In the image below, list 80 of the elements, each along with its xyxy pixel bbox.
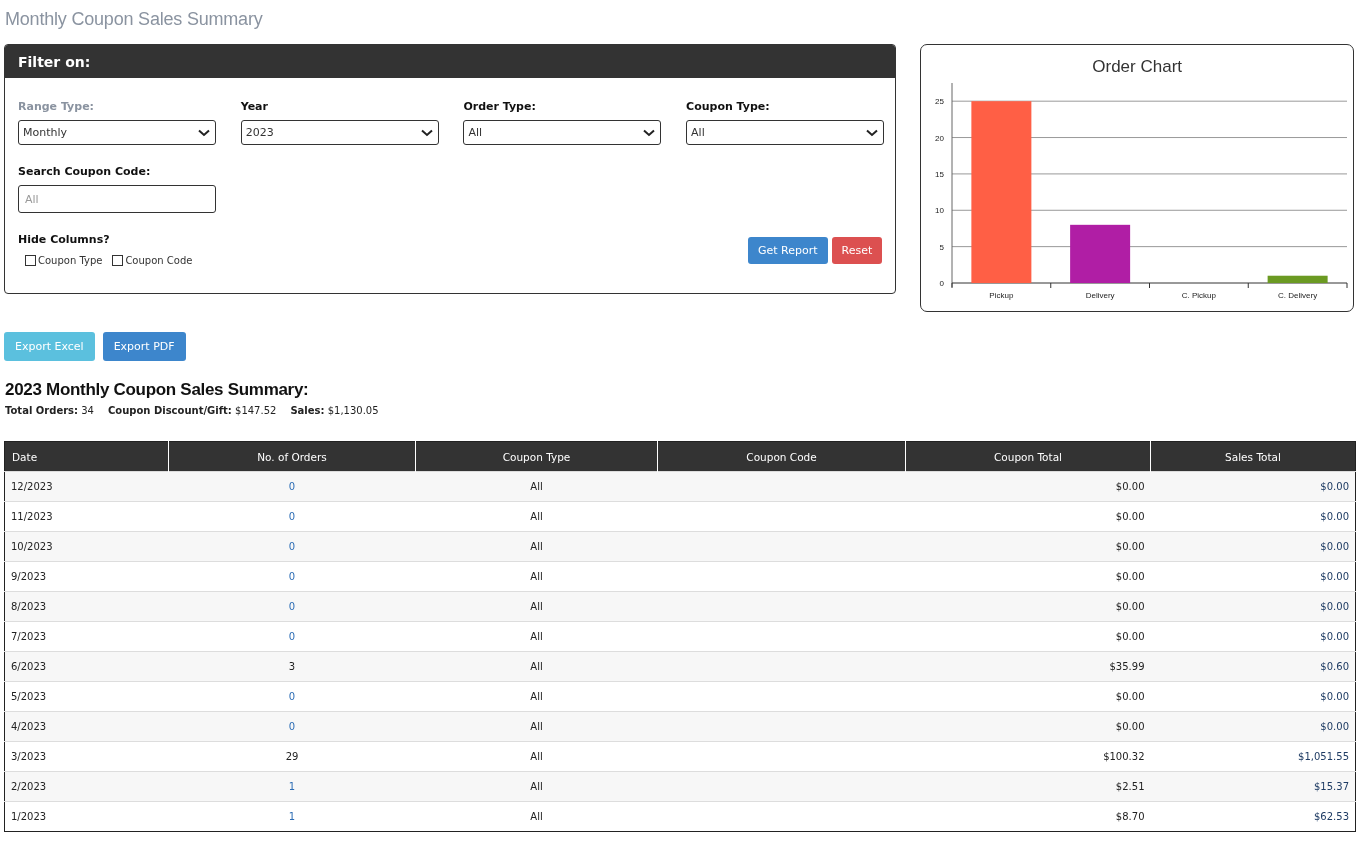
dropdown[interactable]: Monthly [18,120,216,145]
order-count-link[interactable]: 1 [168,801,416,832]
bar [1267,275,1328,283]
column-header: Date [4,441,169,472]
page-title: Monthly Coupon Sales Summary [5,9,263,30]
table-cell: 12/2023 [4,471,169,502]
checkbox[interactable]: Coupon Code [112,255,193,266]
column-header: Coupon Code [657,441,906,472]
order-count-link[interactable]: 0 [168,471,416,502]
field-label: Coupon Type: [686,100,771,113]
table-cell: $0.00 [905,711,1151,742]
export-button[interactable]: Export PDF [102,332,186,361]
report-heading: 2023 Monthly Coupon Sales Summary: [5,380,309,400]
table-cell: 2/2023 [4,771,169,802]
table-cell: All [415,471,658,502]
table-cell: $35.99 [905,651,1151,682]
table-cell: $8.70 [905,801,1151,832]
chevron-down-icon [198,128,210,137]
table-cell: $0.00 [905,591,1151,622]
axis-category-label: Delivery [1086,291,1115,300]
table-cell: $0.00 [1150,711,1356,742]
axis-category-label: C. Pickup [1182,291,1217,300]
table-cell: $62.53 [1150,801,1356,832]
dropdown[interactable]: 2023 [240,120,439,145]
panel-title: Filter on: [18,53,91,70]
summary-stat: Sales: $1,130.05 [290,405,379,416]
table-cell: 1/2023 [4,801,169,832]
table-cell: $0.00 [1150,591,1356,622]
table-cell: $0.00 [905,471,1151,502]
table-cell: All [415,711,658,742]
column-header: Sales Total [1150,441,1356,472]
column-header: Coupon Total [905,441,1151,472]
field-label: Search Coupon Code: [18,165,152,178]
chevron-down-icon [420,128,433,137]
summary-stat: Total Orders: 34 [5,405,94,416]
axis-category-label: C. Delivery [1278,291,1318,300]
field-label: Order Type: [463,100,537,113]
table-cell: $0.60 [1150,651,1356,682]
field-label: Hide Columns? [18,233,111,246]
action-button[interactable]: Get Report [748,237,828,264]
table-cell: $2.51 [905,771,1151,802]
chevron-down-icon [866,128,879,137]
checkbox[interactable]: Coupon Type [25,255,103,266]
table-cell: $0.00 [1150,471,1356,502]
table-cell: 3 [168,651,416,682]
table-cell: All [415,531,658,562]
axis-category-label: Pickup [989,291,1014,300]
axis-tick-label: 10 [935,206,945,216]
table-cell: All [415,591,658,622]
order-count-link[interactable]: 0 [168,591,416,622]
table-cell: $15.37 [1150,771,1356,802]
table-cell: All [415,651,658,682]
chart-title: Order Chart [1092,57,1183,76]
table-cell: All [415,801,658,832]
table-cell: 4/2023 [4,711,169,742]
order-count-link[interactable]: 1 [168,771,416,802]
axis-tick-label: 25 [935,97,945,107]
axis-tick-label: 20 [935,133,945,143]
dropdown[interactable]: All [463,120,662,145]
bar [1070,224,1131,283]
table-cell: $0.00 [1150,531,1356,562]
order-count-link[interactable]: 0 [168,531,416,562]
table-cell: 10/2023 [4,531,169,562]
axis-tick-label: 5 [939,242,945,252]
field-label: Range Type: [18,100,95,113]
action-button[interactable]: Reset [831,237,883,264]
column-header: Coupon Type [415,441,658,472]
axis-tick-label: 0 [939,279,945,288]
order-count-link[interactable]: 0 [168,711,416,742]
field-label: Year [240,100,269,113]
summary-stat: Coupon Discount/Gift: $147.52 [107,405,277,416]
table-cell: All [415,771,658,802]
search-field[interactable]: All [18,185,216,213]
axis-tick-label: 15 [935,169,945,179]
table-cell: 6/2023 [4,651,169,682]
table-cell: $0.00 [905,531,1151,562]
table-cell: 8/2023 [4,591,169,622]
column-header: No. of Orders [168,441,416,472]
dropdown[interactable]: All [686,120,885,145]
chevron-down-icon [643,128,656,137]
